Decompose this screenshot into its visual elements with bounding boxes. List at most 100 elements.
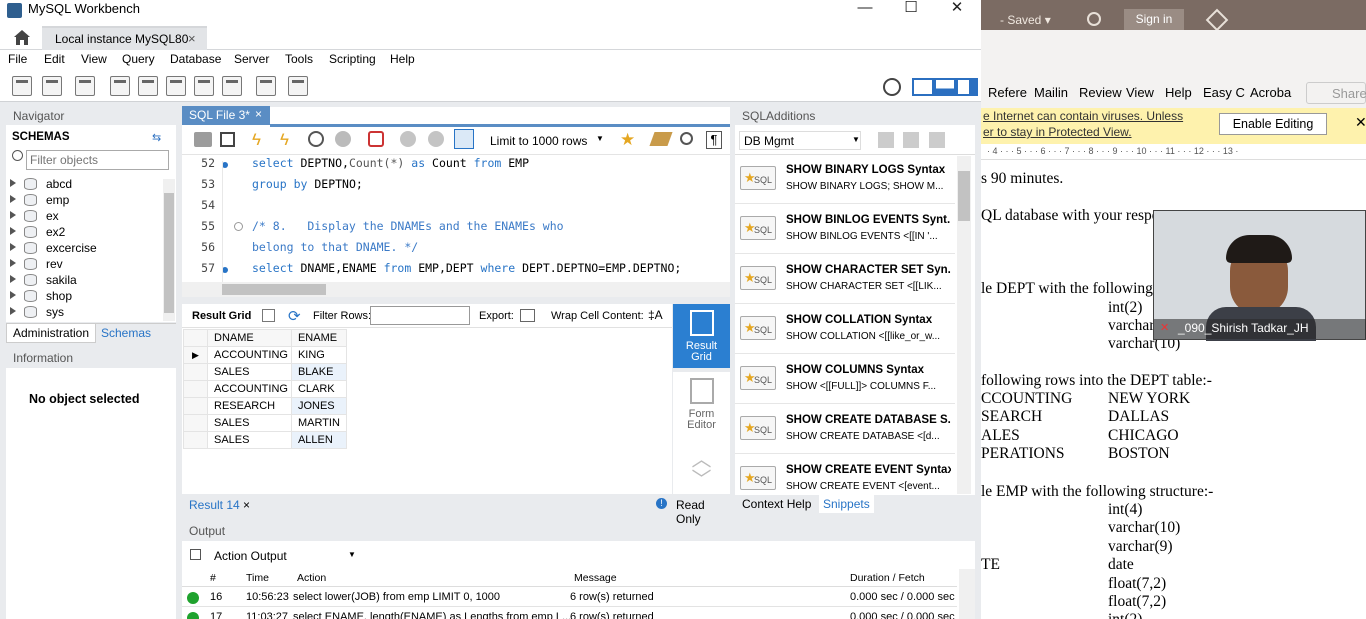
- ribbon-references[interactable]: Refere: [988, 85, 1027, 100]
- expand-arrow-icon[interactable]: [10, 195, 16, 203]
- snippets-scrollbar[interactable]: [957, 156, 971, 494]
- create-table-icon[interactable]: [138, 76, 158, 96]
- code-line[interactable]: 52 select DEPTNO,Count(*) as Count from E…: [182, 156, 730, 177]
- snippet-category-select[interactable]: DB Mgmt ▼: [739, 131, 861, 150]
- row-selector[interactable]: [183, 431, 208, 449]
- tab-context-help[interactable]: Context Help: [742, 497, 811, 511]
- open-file-icon[interactable]: [194, 132, 212, 147]
- rollback-icon[interactable]: [428, 131, 444, 147]
- close-button[interactable]: ✕: [934, 0, 980, 20]
- grid-cell[interactable]: ACCOUNTING: [207, 346, 292, 364]
- navigator-scrollbar[interactable]: [163, 179, 175, 321]
- expand-arrow-icon[interactable]: [10, 211, 16, 219]
- code-line[interactable]: 57 select DNAME,ENAME from EMP,DEPT where…: [182, 261, 730, 282]
- grid-cell[interactable]: RESEARCH: [207, 397, 292, 415]
- word-signin-button[interactable]: Sign in: [1124, 9, 1184, 30]
- settings-gear-icon[interactable]: [883, 78, 901, 96]
- maximize-button[interactable]: ☐: [888, 0, 934, 20]
- ribbon-acrobat[interactable]: Acroba: [1250, 85, 1291, 100]
- grid-cell[interactable]: CLARK: [290, 380, 347, 398]
- table-row[interactable]: SALES MARTIN: [183, 414, 347, 432]
- create-schema-icon[interactable]: [110, 76, 130, 96]
- filter-objects-input[interactable]: [26, 150, 169, 170]
- menu-scripting[interactable]: Scripting: [329, 52, 376, 66]
- add-snippet-icon[interactable]: ★: [620, 130, 635, 150]
- table-row[interactable]: RESEARCH JONES: [183, 397, 347, 415]
- word-pen-icon[interactable]: [1205, 8, 1229, 32]
- wrap-cell-icon[interactable]: ‡A: [648, 308, 663, 322]
- schema-item-excercise[interactable]: excercise: [10, 241, 156, 257]
- create-view-icon[interactable]: [166, 76, 186, 96]
- result-tab-close-icon[interactable]: ×: [243, 498, 250, 512]
- inspector-icon[interactable]: [75, 76, 95, 96]
- row-selector[interactable]: [183, 414, 208, 432]
- schema-item-abcd[interactable]: abcd: [10, 177, 156, 193]
- invisible-chars-icon[interactable]: ¶: [706, 131, 722, 149]
- snippet-item[interactable]: ★ SQL SHOW COLUMNS Syntax SHOW <[[FULL]]> C…: [735, 356, 955, 404]
- word-search-icon[interactable]: [1087, 12, 1101, 26]
- export-icon[interactable]: [520, 309, 535, 322]
- schema-item-ex2[interactable]: ex2: [10, 225, 156, 241]
- row-selector[interactable]: [183, 397, 208, 415]
- toggle-output-icon[interactable]: [934, 78, 956, 96]
- autocommit-icon[interactable]: [454, 129, 474, 149]
- output-row[interactable]: 16 10:56:23 select lower(JOB) from emp LIM…: [182, 588, 957, 607]
- tab-local-instance[interactable]: Local instance MySQL80 ×: [42, 26, 207, 50]
- schema-item-ex[interactable]: ex: [10, 209, 156, 225]
- grid-cell[interactable]: SALES: [207, 431, 292, 449]
- code-line[interactable]: 55 /* 8. Display the DNAMEs and the ENAME…: [182, 219, 730, 240]
- toggle-secondary-sidebar-icon[interactable]: [956, 78, 978, 96]
- code-line[interactable]: 56 belong to that DNAME. */: [182, 240, 730, 261]
- expand-arrow-icon[interactable]: [10, 307, 16, 315]
- grid-column-header[interactable]: ENAME: [290, 329, 347, 347]
- schema-item-shop[interactable]: shop: [10, 289, 156, 305]
- grid-column-header[interactable]: DNAME: [207, 329, 292, 347]
- snippet-item[interactable]: ★ SQL SHOW CREATE DATABASE S... SHOW CREATE…: [735, 406, 955, 454]
- word-share-button[interactable]: Share: [1306, 82, 1366, 104]
- snippet-item[interactable]: ★ SQL SHOW CHARACTER SET Syn... SHOW CHARAC…: [735, 256, 955, 304]
- menu-file[interactable]: File: [8, 52, 27, 66]
- stop-icon[interactable]: [335, 131, 351, 147]
- ribbon-view[interactable]: View: [1126, 85, 1154, 100]
- menu-query[interactable]: Query: [122, 52, 155, 66]
- snippet-item[interactable]: ★ SQL SHOW COLLATION Syntax SHOW COLLATION …: [735, 306, 955, 354]
- grid-view-icon[interactable]: [262, 309, 275, 322]
- commit-icon[interactable]: [400, 131, 416, 147]
- snippet-insert-icon[interactable]: [878, 132, 894, 148]
- menu-help[interactable]: Help: [390, 52, 415, 66]
- grid-cell[interactable]: KING: [290, 346, 347, 364]
- expand-arrow-icon[interactable]: [10, 243, 16, 251]
- search-table-data-icon[interactable]: [256, 76, 276, 96]
- ribbon-easy[interactable]: Easy C: [1203, 85, 1245, 100]
- scroll-more-icon[interactable]: ︿ ﹀: [673, 436, 730, 494]
- schema-item-sakila[interactable]: sakila: [10, 273, 156, 289]
- editor-hscrollbar[interactable]: [182, 282, 730, 297]
- enable-editing-button[interactable]: Enable Editing: [1219, 113, 1327, 135]
- execute-current-icon[interactable]: ϟ: [280, 130, 289, 150]
- menu-tools[interactable]: Tools: [285, 52, 313, 66]
- form-editor-side-button[interactable]: Form Editor: [673, 372, 730, 436]
- table-row[interactable]: SALES ALLEN: [183, 431, 347, 449]
- row-selector[interactable]: [183, 363, 208, 381]
- find-icon[interactable]: [680, 132, 693, 145]
- expand-arrow-icon[interactable]: [10, 275, 16, 283]
- tab-administration[interactable]: Administration: [6, 324, 97, 343]
- new-sql-tab-icon[interactable]: [12, 76, 32, 96]
- menu-view[interactable]: View: [81, 52, 107, 66]
- expand-arrow-icon[interactable]: [10, 291, 16, 299]
- expand-arrow-icon[interactable]: [10, 179, 16, 187]
- grid-cell[interactable]: JONES: [290, 397, 347, 415]
- schema-item-rev[interactable]: rev: [10, 257, 156, 273]
- home-icon[interactable]: [12, 28, 32, 46]
- table-row[interactable]: ACCOUNTING CLARK: [183, 380, 347, 398]
- create-procedure-icon[interactable]: [194, 76, 214, 96]
- grid-cell[interactable]: SALES: [207, 363, 292, 381]
- refresh-schemas-icon[interactable]: ⇆: [152, 131, 161, 144]
- fold-toggle-icon[interactable]: [234, 222, 243, 231]
- minimize-button[interactable]: —: [842, 0, 888, 20]
- menu-server[interactable]: Server: [234, 52, 269, 66]
- snippet-copy-icon[interactable]: [929, 132, 945, 148]
- sql-file-tab[interactable]: SQL File 3* ×: [182, 106, 270, 125]
- output-row[interactable]: 17 11:03:27 select ENAME, length(ENAME) as…: [182, 608, 957, 619]
- table-row[interactable]: SALES BLAKE: [183, 363, 347, 381]
